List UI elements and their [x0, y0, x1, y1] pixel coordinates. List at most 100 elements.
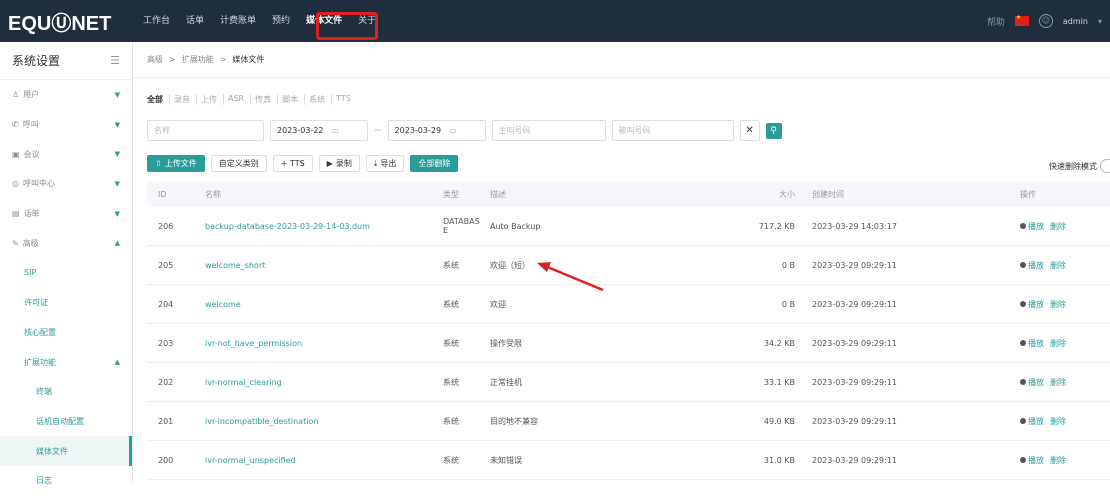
sidebar-item-license[interactable]: 许可证 — [0, 288, 132, 318]
cell-name-link[interactable]: ivr-normal_unspecified — [205, 456, 443, 465]
col-ops: 操作 — [1020, 190, 1036, 199]
upload-button[interactable]: ⇧ 上传文件 — [147, 155, 205, 172]
play-button[interactable]: 播放 — [1020, 455, 1044, 466]
sidebar-item-call[interactable]: ✆ 呼叫 ▼ — [0, 110, 132, 140]
cell-size: 717.2 KB — [758, 221, 795, 231]
sidebar-item-conference[interactable]: ▣ 会议 ▼ — [0, 139, 132, 169]
delete-button[interactable]: 删除 — [1050, 338, 1066, 349]
date-to-input[interactable]: 2023-03-29 ▭ — [387, 120, 486, 141]
play-label: 播放 — [1028, 299, 1044, 309]
tab-all[interactable]: 全部 — [147, 94, 170, 105]
cell-id: 200 — [158, 455, 174, 465]
quick-delete-mode[interactable]: 快速删除模式 — [1049, 159, 1110, 173]
cell-ops: 播放 删除 — [1020, 260, 1110, 271]
play-button[interactable]: 播放 — [1020, 299, 1044, 310]
custom-type-button[interactable]: 自定义类别 — [210, 155, 267, 172]
table-row[interactable]: 203 ivr-not_have_permission 系统 操作受限 34.2… — [147, 324, 1110, 363]
tab-script[interactable]: 脚本 — [282, 94, 306, 105]
table-row[interactable]: 204 welcome 系统 欢迎 0 B 2023-03-29 09:29:1… — [147, 285, 1110, 324]
sidebar-item-logs[interactable]: 日志 — [0, 466, 132, 496]
play-button[interactable]: 播放 — [1020, 338, 1044, 349]
table-row[interactable]: 200 ivr-normal_unspecified 系统 未知错误 31.0 … — [147, 441, 1110, 480]
breadcrumb-item[interactable]: 高级 — [147, 54, 163, 65]
tab-fax[interactable]: 传真 — [255, 94, 279, 105]
tab-system[interactable]: 系统 — [309, 94, 333, 105]
chevron-down-icon: ▼ — [114, 120, 120, 129]
tab-tts[interactable]: TTS — [336, 94, 357, 105]
delete-button[interactable]: 删除 — [1050, 377, 1066, 388]
sidebar-item-terminal[interactable]: 终端 — [0, 377, 132, 407]
breadcrumb-current: 媒体文件 — [232, 55, 265, 64]
nav-media-files[interactable]: 媒体文件 — [298, 0, 350, 42]
delete-button[interactable]: 删除 — [1050, 416, 1066, 427]
col-id: ID — [158, 190, 167, 199]
tab-upload[interactable]: 上传 — [201, 94, 224, 105]
sidebar-item-media-files[interactable]: 媒体文件 — [0, 436, 132, 466]
table-row[interactable]: 202 ivr-normal_clearing 系统 正常挂机 33.1 KB … — [147, 363, 1110, 402]
tab-asr[interactable]: ASR — [228, 94, 252, 105]
callee-input[interactable]: 被叫号码 — [611, 120, 734, 141]
tts-button[interactable]: + TTS — [272, 155, 313, 172]
record-button[interactable]: ▶ 录制 — [318, 155, 360, 172]
brand-logo[interactable]: EQUⓊNET — [0, 7, 135, 36]
chevron-down-icon: ▼ — [114, 209, 120, 218]
sidebar-item-extensions[interactable]: 扩展功能 ▲ — [0, 347, 132, 377]
language-flag-icon[interactable] — [1014, 14, 1029, 26]
export-button[interactable]: ⤓ 导出 — [365, 155, 405, 172]
cell-time: 2023-03-29 09:29:11 — [812, 416, 897, 426]
cell-name-link[interactable]: ivr-not_have_permission — [205, 339, 443, 348]
delete-button[interactable]: 删除 — [1050, 299, 1066, 310]
table-row[interactable]: 201 ivr-incompatible_destination 系统 目的地不… — [147, 402, 1110, 441]
play-label: 播放 — [1028, 416, 1044, 426]
table-row[interactable]: 206 backup-database-2023-03-29-14-03.dum… — [147, 207, 1110, 246]
delete-button[interactable]: 删除 — [1050, 260, 1066, 271]
tab-recording[interactable]: 录音 — [174, 94, 197, 105]
main-content: 高级 > 扩展功能 > 媒体文件 全部 录音 上传 ASR 传真 脚本 系统 T… — [133, 42, 1110, 482]
play-icon — [1020, 223, 1026, 229]
name-input[interactable]: 名称 — [147, 120, 264, 141]
sidebar-item-callcenter[interactable]: ◎ 呼叫中心 ▼ — [0, 169, 132, 199]
play-button[interactable]: 播放 — [1020, 377, 1044, 388]
chevron-down-icon: ▼ — [114, 150, 120, 159]
sidebar-item-users[interactable]: ♙ 用户 ▼ — [0, 80, 132, 110]
avatar-icon[interactable]: ☺ — [1038, 14, 1053, 28]
play-button[interactable]: 播放 — [1020, 260, 1044, 271]
breadcrumb-item[interactable]: 扩展功能 — [182, 54, 214, 65]
cell-size: 49.0 KB — [763, 416, 795, 426]
action-row: ⇧ 上传文件 自定义类别 + TTS ▶ 录制 ⤓ 导出 全部删除 — [147, 155, 459, 172]
help-link[interactable]: 帮助 — [987, 15, 1005, 28]
play-button[interactable]: 播放 — [1020, 221, 1044, 232]
sidebar-item-advanced[interactable]: ✎ 高级 ▲ — [0, 228, 132, 258]
cell-name-link[interactable]: backup-database-2023-03-29-14-03.dum — [205, 222, 443, 231]
collapse-menu-icon[interactable]: ☰ — [110, 54, 120, 67]
delete-button[interactable]: 删除 — [1050, 455, 1066, 466]
nav-appointment[interactable]: 预约 — [264, 0, 298, 42]
nav-dashboard[interactable]: 工作台 — [135, 0, 178, 42]
play-button[interactable]: 播放 — [1020, 416, 1044, 427]
chevron-down-icon: ▼ — [114, 90, 120, 99]
sidebar-item-sip[interactable]: SIP — [0, 258, 132, 288]
play-label: 播放 — [1028, 221, 1044, 231]
cell-name-link[interactable]: welcome_short — [205, 261, 443, 270]
delete-button[interactable]: 删除 — [1050, 221, 1066, 232]
caller-input[interactable]: 主叫号码 — [491, 120, 606, 141]
cell-time: 2023-03-29 09:29:11 — [812, 260, 897, 270]
cell-id: 205 — [158, 260, 174, 270]
cell-name-link[interactable]: ivr-normal_clearing — [205, 378, 443, 387]
nav-about[interactable]: 关于 — [350, 0, 384, 42]
sidebar-item-cdr[interactable]: ▤ 话单 ▼ — [0, 199, 132, 229]
chevron-down-icon[interactable]: ▾ — [1098, 17, 1102, 26]
sidebar-item-autoprovision[interactable]: 话机自动配置 — [0, 407, 132, 437]
cell-name-link[interactable]: ivr-incompatible_destination — [205, 417, 443, 426]
nav-billing[interactable]: 计费账单 — [212, 0, 264, 42]
quick-delete-toggle[interactable] — [1100, 159, 1110, 173]
username[interactable]: admin — [1063, 17, 1088, 26]
table-row[interactable]: 205 welcome_short 系统 欢迎（短） 0 B 2023-03-2… — [147, 246, 1110, 285]
nav-cdr[interactable]: 话单 — [178, 0, 212, 42]
clear-button[interactable]: ✕ — [739, 120, 760, 141]
cell-name-link[interactable]: welcome — [205, 300, 443, 309]
bulk-delete-button[interactable]: 全部删除 — [410, 155, 459, 172]
search-button[interactable]: ⚲ — [765, 122, 782, 139]
sidebar-item-core-config[interactable]: 核心配置 — [0, 318, 132, 348]
date-from-input[interactable]: 2023-03-22 ▭ — [270, 120, 368, 141]
